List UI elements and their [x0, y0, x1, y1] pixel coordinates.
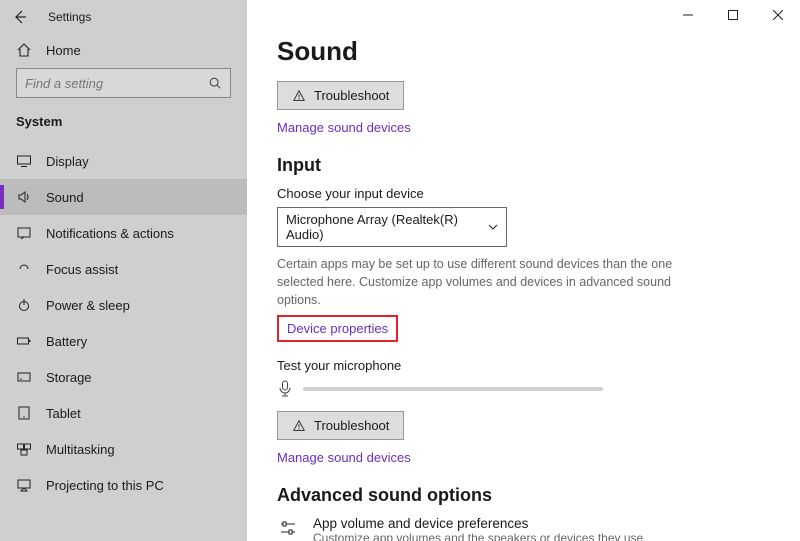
nav-label: Notifications & actions [46, 226, 174, 241]
nav-label: Sound [46, 190, 84, 205]
projecting-icon [16, 477, 32, 493]
input-device-select[interactable]: Microphone Array (Realtek(R) Audio) [277, 207, 507, 247]
storage-icon [16, 369, 32, 385]
nav-home-label: Home [46, 43, 81, 58]
category-heading: System [0, 108, 247, 143]
nav-label: Multitasking [46, 442, 115, 457]
choose-input-label: Choose your input device [277, 186, 770, 201]
sliders-icon [277, 516, 299, 541]
sound-icon [16, 189, 32, 205]
nav-label: Storage [46, 370, 92, 385]
tablet-icon [16, 405, 32, 421]
nav-list: Display Sound Notifications & actions Fo… [0, 143, 247, 541]
nav-label: Power & sleep [46, 298, 130, 313]
nav-label: Projecting to this PC [46, 478, 164, 493]
nav-item-sound[interactable]: Sound [0, 179, 247, 215]
nav-item-power[interactable]: Power & sleep [0, 287, 247, 323]
highlight-box: Device properties [277, 315, 398, 342]
back-button[interactable] [8, 5, 32, 29]
warning-icon [292, 419, 306, 433]
input-device-value: Microphone Array (Realtek(R) Audio) [286, 212, 488, 242]
nav-label: Tablet [46, 406, 81, 421]
input-heading: Input [277, 155, 770, 176]
microphone-icon [277, 379, 293, 399]
multitask-icon [16, 441, 32, 457]
device-properties-link[interactable]: Device properties [287, 321, 388, 336]
battery-icon [16, 333, 32, 349]
page-title: Sound [277, 36, 770, 67]
input-description: Certain apps may be set up to use differ… [277, 255, 697, 309]
nav-item-notifications[interactable]: Notifications & actions [0, 215, 247, 251]
nav-item-multitask[interactable]: Multitasking [0, 431, 247, 467]
nav-home[interactable]: Home [0, 34, 247, 68]
search-input[interactable] [16, 68, 231, 98]
nav-label: Battery [46, 334, 87, 349]
warning-icon [292, 89, 306, 103]
advanced-heading: Advanced sound options [277, 485, 770, 506]
troubleshoot-label: Troubleshoot [314, 418, 389, 433]
nav-item-projecting[interactable]: Projecting to this PC [0, 467, 247, 503]
nav-label: Focus assist [46, 262, 118, 277]
app-title: Settings [48, 10, 91, 24]
display-icon [16, 153, 32, 169]
nav-item-display[interactable]: Display [0, 143, 247, 179]
troubleshoot-label: Troubleshoot [314, 88, 389, 103]
troubleshoot-input-button[interactable]: Troubleshoot [277, 411, 404, 440]
nav-item-focus[interactable]: Focus assist [0, 251, 247, 287]
nav-item-tablet[interactable]: Tablet [0, 395, 247, 431]
search-field[interactable] [25, 76, 208, 91]
app-volume-item[interactable]: App volume and device preferences Custom… [277, 516, 770, 541]
manage-input-link[interactable]: Manage sound devices [277, 450, 411, 465]
home-icon [16, 42, 32, 58]
focus-icon [16, 261, 32, 277]
chevron-down-icon [488, 222, 498, 232]
manage-output-link[interactable]: Manage sound devices [277, 120, 411, 135]
adv-title: App volume and device preferences [313, 516, 647, 531]
close-button[interactable] [755, 0, 800, 30]
troubleshoot-output-button[interactable]: Troubleshoot [277, 81, 404, 110]
nav-item-storage[interactable]: Storage [0, 359, 247, 395]
search-icon [208, 76, 222, 90]
adv-subtitle: Customize app volumes and the speakers o… [313, 531, 647, 541]
mic-level-bar [303, 387, 603, 391]
nav-item-battery[interactable]: Battery [0, 323, 247, 359]
minimize-button[interactable] [665, 0, 710, 30]
maximize-button[interactable] [710, 0, 755, 30]
notification-icon [16, 225, 32, 241]
test-mic-label: Test your microphone [277, 358, 770, 373]
nav-label: Display [46, 154, 89, 169]
power-icon [16, 297, 32, 313]
